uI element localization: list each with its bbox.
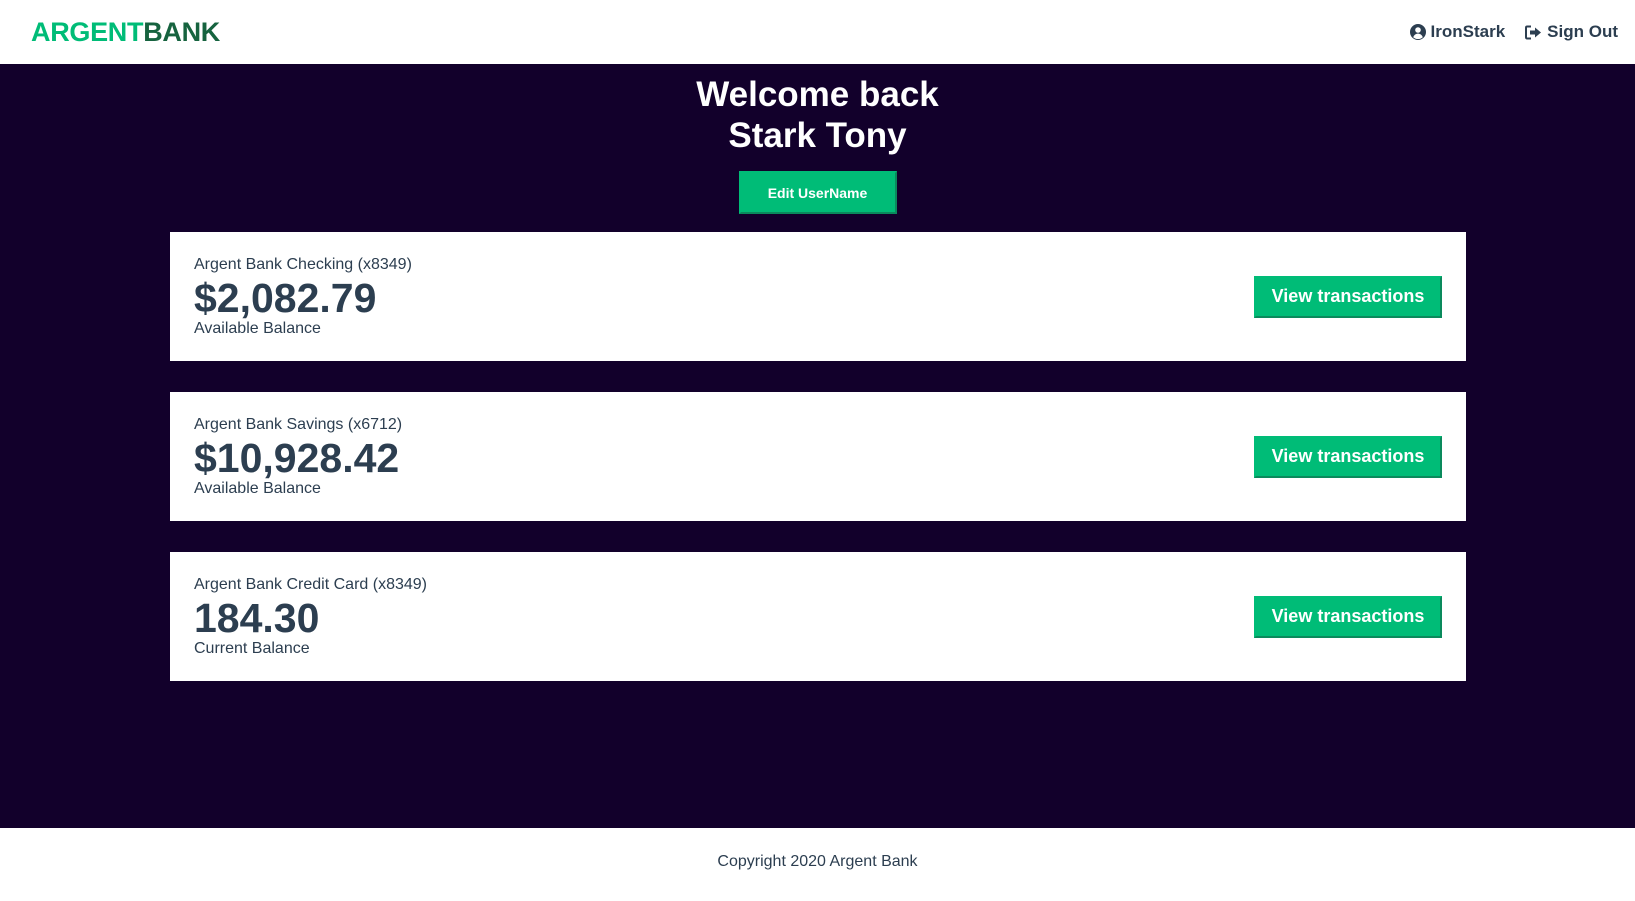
logo-text-bank: BANK (143, 16, 220, 47)
view-transactions-button[interactable]: View transactions (1254, 435, 1442, 478)
nav-links: IronStark Sign Out (1409, 22, 1618, 42)
user-circle-icon (1409, 24, 1426, 40)
page-footer: Copyright 2020 Argent Bank (0, 828, 1635, 901)
sign-out-icon (1525, 25, 1542, 40)
edit-username-button[interactable]: Edit UserName (738, 171, 897, 214)
logo-text-argent: ARGENT (31, 16, 144, 47)
main-navbar: ARGENTBANK IronStark Sign Out (0, 0, 1635, 64)
welcome-header: Welcome back Stark Tony Edit UserName (0, 64, 1635, 214)
account-amount: 184.30 (194, 594, 320, 641)
view-transactions-button[interactable]: View transactions (1254, 595, 1442, 638)
account-savings: Argent Bank Savings (x6712) $10,928.42 A… (170, 392, 1466, 521)
account-title: Argent Bank Credit Card (x8349) (194, 575, 427, 593)
account-title: Argent Bank Savings (x6712) (194, 415, 403, 433)
sign-out-label: Sign Out (1547, 22, 1618, 41)
welcome-line-1: Welcome back (696, 75, 939, 114)
account-checking: Argent Bank Checking (x8349) $2,082.79 A… (170, 232, 1466, 361)
welcome-line-2: Stark Tony (728, 116, 907, 155)
welcome-title: Welcome back Stark Tony (0, 74, 1635, 156)
accounts-list: Argent Bank Checking (x8349) $2,082.79 A… (170, 232, 1466, 712)
account-info: Argent Bank Checking (x8349) $2,082.79 A… (194, 256, 412, 338)
account-balance-description: Current Balance (194, 639, 310, 657)
account-balance-description: Available Balance (194, 479, 321, 497)
main-content: Welcome back Stark Tony Edit UserName Ar… (0, 64, 1635, 828)
account-credit-card: Argent Bank Credit Card (x8349) 184.30 C… (170, 552, 1466, 681)
account-amount: $10,928.42 (194, 434, 400, 481)
sign-out-link[interactable]: Sign Out (1525, 22, 1618, 42)
account-balance-description: Available Balance (194, 319, 321, 337)
user-profile-link[interactable]: IronStark (1409, 22, 1506, 42)
argent-bank-logo[interactable]: ARGENTBANK (31, 16, 220, 47)
account-info: Argent Bank Savings (x6712) $10,928.42 A… (194, 416, 402, 498)
account-amount: $2,082.79 (194, 274, 377, 321)
account-info: Argent Bank Credit Card (x8349) 184.30 C… (194, 576, 427, 658)
view-transactions-button[interactable]: View transactions (1254, 275, 1442, 318)
copyright-text: Copyright 2020 Argent Bank (717, 852, 918, 870)
account-title: Argent Bank Checking (x8349) (194, 255, 412, 273)
user-name-label: IronStark (1430, 22, 1506, 41)
